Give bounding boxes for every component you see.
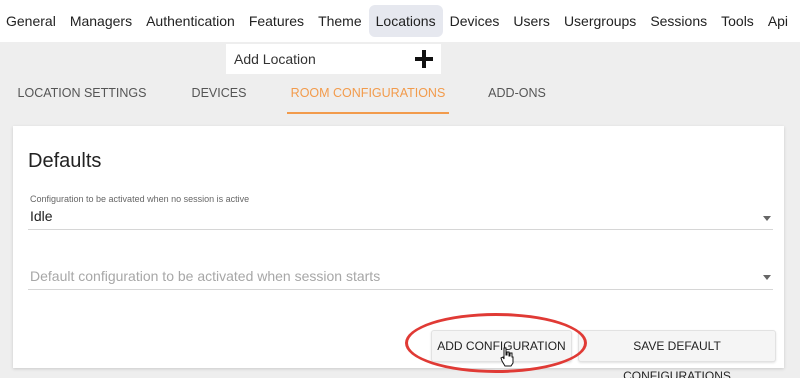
nav-item-usergroups[interactable]: Usergroups xyxy=(557,5,643,37)
location-tabs: LOCATION SETTINGS DEVICES ROOM CONFIGURA… xyxy=(0,78,800,114)
nav-item-theme[interactable]: Theme xyxy=(311,5,369,37)
nav-item-general[interactable]: General xyxy=(0,5,63,37)
tab-add-ons[interactable]: ADD-ONS xyxy=(474,78,560,114)
dropdown-arrow-icon xyxy=(763,216,771,221)
add-location-label: Add Location xyxy=(234,51,316,67)
inactive-configuration-value: Idle xyxy=(30,208,53,224)
hand-cursor-icon xyxy=(500,347,514,367)
tab-location-settings[interactable]: LOCATION SETTINGS xyxy=(8,78,156,114)
dropdown-arrow-icon xyxy=(763,275,771,280)
nav-item-authentication[interactable]: Authentication xyxy=(139,5,242,37)
nav-item-tools[interactable]: Tools xyxy=(714,5,761,37)
defaults-title: Defaults xyxy=(28,150,102,172)
nav-item-api[interactable]: Api xyxy=(761,5,795,37)
inactive-configuration-select[interactable]: Configuration to be activated when no se… xyxy=(28,192,773,230)
tab-room-configurations[interactable]: ROOM CONFIGURATIONS xyxy=(287,78,449,114)
nav-item-locations[interactable]: Locations xyxy=(368,5,443,37)
session-configuration-select[interactable]: Default configuration to be activated wh… xyxy=(28,262,773,290)
plus-icon xyxy=(415,50,433,68)
save-default-configurations-button[interactable]: SAVE DEFAULT CONFIGURATIONS xyxy=(578,330,776,378)
nav-item-devices[interactable]: Devices xyxy=(443,5,507,37)
nav-item-users[interactable]: Users xyxy=(506,5,557,37)
defaults-card: Defaults Configuration to be activated w… xyxy=(13,126,784,378)
nav-item-sessions[interactable]: Sessions xyxy=(643,5,714,37)
top-navigation: General Managers Authentication Features… xyxy=(0,0,800,42)
inactive-configuration-label: Configuration to be activated when no se… xyxy=(30,194,250,204)
session-configuration-placeholder: Default configuration to be activated wh… xyxy=(30,268,381,284)
add-location-button[interactable]: Add Location xyxy=(226,44,441,74)
nav-item-features[interactable]: Features xyxy=(242,5,311,37)
tab-devices[interactable]: DEVICES xyxy=(178,78,260,114)
nav-item-managers[interactable]: Managers xyxy=(63,5,139,37)
